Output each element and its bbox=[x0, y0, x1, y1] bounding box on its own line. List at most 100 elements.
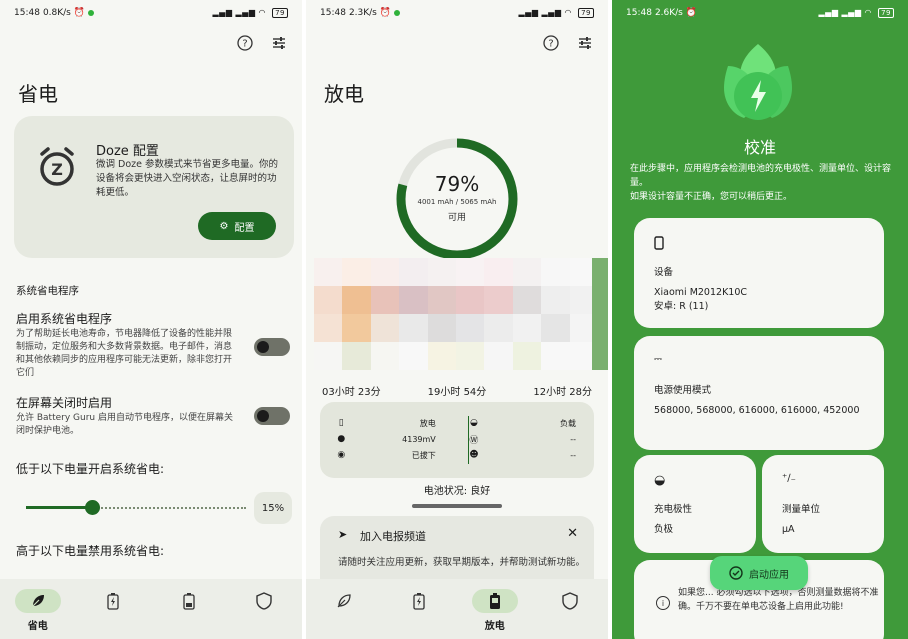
bottom-navigation: 省电 bbox=[0, 579, 302, 639]
shield-icon bbox=[547, 589, 593, 613]
battery-icon: 79 bbox=[878, 8, 894, 18]
page-title: 放电 bbox=[324, 82, 364, 106]
polarity-label: 充电极性 bbox=[654, 504, 693, 515]
status-right: ▂▄▆ ▂▄▆ ◠ 79 bbox=[519, 8, 594, 18]
enable-saver-title: 启用系统省电程序 bbox=[16, 312, 113, 326]
polarity-card: ◒ 充电极性 负极 bbox=[634, 455, 756, 553]
tune-icon[interactable] bbox=[576, 34, 594, 52]
blurred-region bbox=[314, 258, 598, 370]
alarm-icon: ⏰ bbox=[73, 8, 86, 18]
status-time: 15:48 bbox=[14, 8, 40, 18]
stat-row-plug: ◉ 已拔下 ☻ -- bbox=[336, 448, 576, 462]
calibration-description: 在此步骤中，应用程序会检测电池的充电极性、测量单位、设计容量。 如果设计容量不正… bbox=[630, 164, 892, 202]
power-saving-screen: 15:48 0.8K/s ⏰ ▂▄▆ ▂▄▆ ◠ 79 ? 省电 Z Doze … bbox=[0, 0, 302, 639]
svg-text:Z: Z bbox=[51, 160, 63, 179]
discharge-stats-card: ▯ 放电 ◒ 负载 ● 4139mV Ⓦ -- ◉ 已拔下 ☻ -- bbox=[320, 402, 594, 478]
status-bar: 15:48 2.6K/s ⏰ ▂▄▆ ▂▄▆ ◠ 79 bbox=[626, 6, 894, 20]
stat-row-voltage: ● 4139mV Ⓦ -- bbox=[336, 432, 576, 446]
unit-label: 测量单位 bbox=[782, 504, 821, 515]
wifi-icon: ◠ bbox=[864, 8, 873, 17]
battery-capacity: 4001 mAh / 5065 mAh bbox=[417, 198, 497, 206]
nav-discharge[interactable] bbox=[159, 589, 219, 629]
plug-status: 已拔下 bbox=[411, 450, 436, 460]
screen-off-toggle[interactable] bbox=[254, 407, 290, 425]
watt-icon: Ⓦ bbox=[469, 435, 479, 446]
help-icon[interactable]: ? bbox=[236, 34, 254, 52]
alarm-icon: ⏰ bbox=[379, 8, 392, 18]
telegram-title: 加入电报频道 bbox=[360, 530, 426, 543]
help-icon[interactable]: ? bbox=[542, 34, 560, 52]
alarm-icon: ⏰ bbox=[685, 8, 698, 18]
close-icon[interactable]: ✕ bbox=[567, 526, 578, 541]
stats-divider bbox=[468, 416, 469, 464]
notification-dot bbox=[394, 10, 401, 16]
time-estimate-3: 12小时 28分 bbox=[533, 387, 592, 398]
status-right: ▂▄▆ ▂▄▆ ◠ 79 bbox=[819, 8, 894, 18]
side-strip bbox=[592, 258, 608, 370]
launch-app-button[interactable]: 启动应用 bbox=[710, 556, 808, 590]
load-label: 负载 bbox=[560, 418, 576, 428]
tune-icon[interactable] bbox=[270, 34, 288, 52]
below-threshold-label: 低于以下电量开启系统省电: bbox=[16, 462, 165, 476]
configure-label: 配置 bbox=[234, 222, 255, 234]
notification-dot bbox=[88, 10, 95, 16]
nav-discharge[interactable]: 放电 bbox=[465, 589, 525, 632]
discharge-label: 放电 bbox=[419, 418, 436, 428]
doze-title: Doze 配置 bbox=[96, 144, 159, 159]
status-bar: 15:48 2.3K/s ⏰ ▂▄▆ ▂▄▆ ◠ 79 bbox=[320, 6, 594, 20]
configure-button[interactable]: ⚙ 配置 bbox=[198, 212, 276, 240]
unit-value: μA bbox=[782, 524, 795, 535]
app-logo-icon bbox=[724, 44, 792, 120]
doze-card: Z Doze 配置 微调 Doze 参数模式来节省更多电量。你的设备将会更快进入… bbox=[14, 116, 294, 258]
below-slider-fill bbox=[26, 506, 92, 509]
wifi-icon: ◠ bbox=[258, 8, 267, 17]
android-version: 安卓: R (11) bbox=[654, 301, 709, 312]
nav-power-saving[interactable] bbox=[314, 589, 374, 629]
warning-text: 如果您... 必须勾选以下选项，否则测量数据将不准确。千万不要在单电芯设备上启用… bbox=[678, 588, 879, 612]
dc-icon: ⎓ bbox=[654, 354, 662, 365]
signal-icon: ▂▄▆ bbox=[518, 8, 539, 17]
signal-icon-2: ▂▄▆ bbox=[841, 8, 862, 17]
sheet-drag-handle[interactable] bbox=[412, 504, 502, 508]
unit-icon: ⁺∕₋ bbox=[782, 473, 796, 484]
face-icon: ☻ bbox=[469, 450, 479, 460]
time-estimate-2: 19小时 54分 bbox=[427, 387, 487, 398]
status-right: ▂▄▆ ▂▄▆ ◠ 79 bbox=[213, 8, 288, 18]
page-title: 省电 bbox=[18, 82, 58, 106]
device-label: 设备 bbox=[654, 267, 674, 278]
stat-row-status: ▯ 放电 ◒ 负载 bbox=[336, 416, 576, 430]
nav-power-saving[interactable]: 省电 bbox=[8, 589, 68, 632]
send-icon: ➤ bbox=[338, 528, 348, 541]
nav-charging[interactable] bbox=[389, 589, 449, 629]
doze-alarm-icon: Z bbox=[40, 147, 74, 186]
page-title: 校准 bbox=[743, 138, 776, 157]
nav-protect[interactable] bbox=[234, 589, 294, 629]
nav-label: 放电 bbox=[484, 621, 505, 632]
unit-card: ⁺∕₋ 测量单位 μA bbox=[762, 455, 884, 553]
status-time: 15:48 bbox=[626, 8, 652, 18]
discharge-screen: 15:48 2.3K/s ⏰ ▂▄▆ ▂▄▆ ◠ 79 ? 放电 79% 400… bbox=[306, 0, 608, 639]
top-actions: ? bbox=[542, 34, 594, 52]
enable-saver-toggle[interactable] bbox=[254, 338, 290, 356]
polarity-icon: ◒ bbox=[654, 473, 666, 488]
nav-charging[interactable] bbox=[83, 589, 143, 629]
top-actions: ? bbox=[236, 34, 288, 52]
launch-app-label: 启动应用 bbox=[749, 569, 789, 581]
doze-description: 微调 Doze 参数模式来节省更多电量。你的设备将会更快进入空闲状态，让息屏时的… bbox=[96, 159, 278, 198]
status-speed: 2.6K/s bbox=[654, 8, 683, 18]
section-header: 系统省电程序 bbox=[16, 285, 79, 297]
nav-protect[interactable] bbox=[540, 589, 600, 629]
leaf-icon bbox=[321, 589, 367, 613]
below-slider-thumb[interactable] bbox=[85, 500, 100, 515]
voltage-icon: ● bbox=[337, 434, 346, 444]
signal-icon-2: ▂▄▆ bbox=[235, 8, 256, 17]
wifi-icon: ◠ bbox=[564, 8, 573, 17]
svg-text:?: ? bbox=[242, 39, 247, 50]
status-bar: 15:48 0.8K/s ⏰ ▂▄▆ ▂▄▆ ◠ 79 bbox=[14, 6, 288, 20]
phone-icon bbox=[654, 236, 664, 254]
plug-icon: ◉ bbox=[337, 450, 346, 460]
power-mode-card: ⎓ 电源使用模式 568000, 568000, 616000, 616000,… bbox=[634, 336, 884, 450]
svg-text:?: ? bbox=[548, 39, 553, 50]
check-circle-icon bbox=[729, 566, 743, 580]
load-icon: ◒ bbox=[469, 418, 478, 428]
